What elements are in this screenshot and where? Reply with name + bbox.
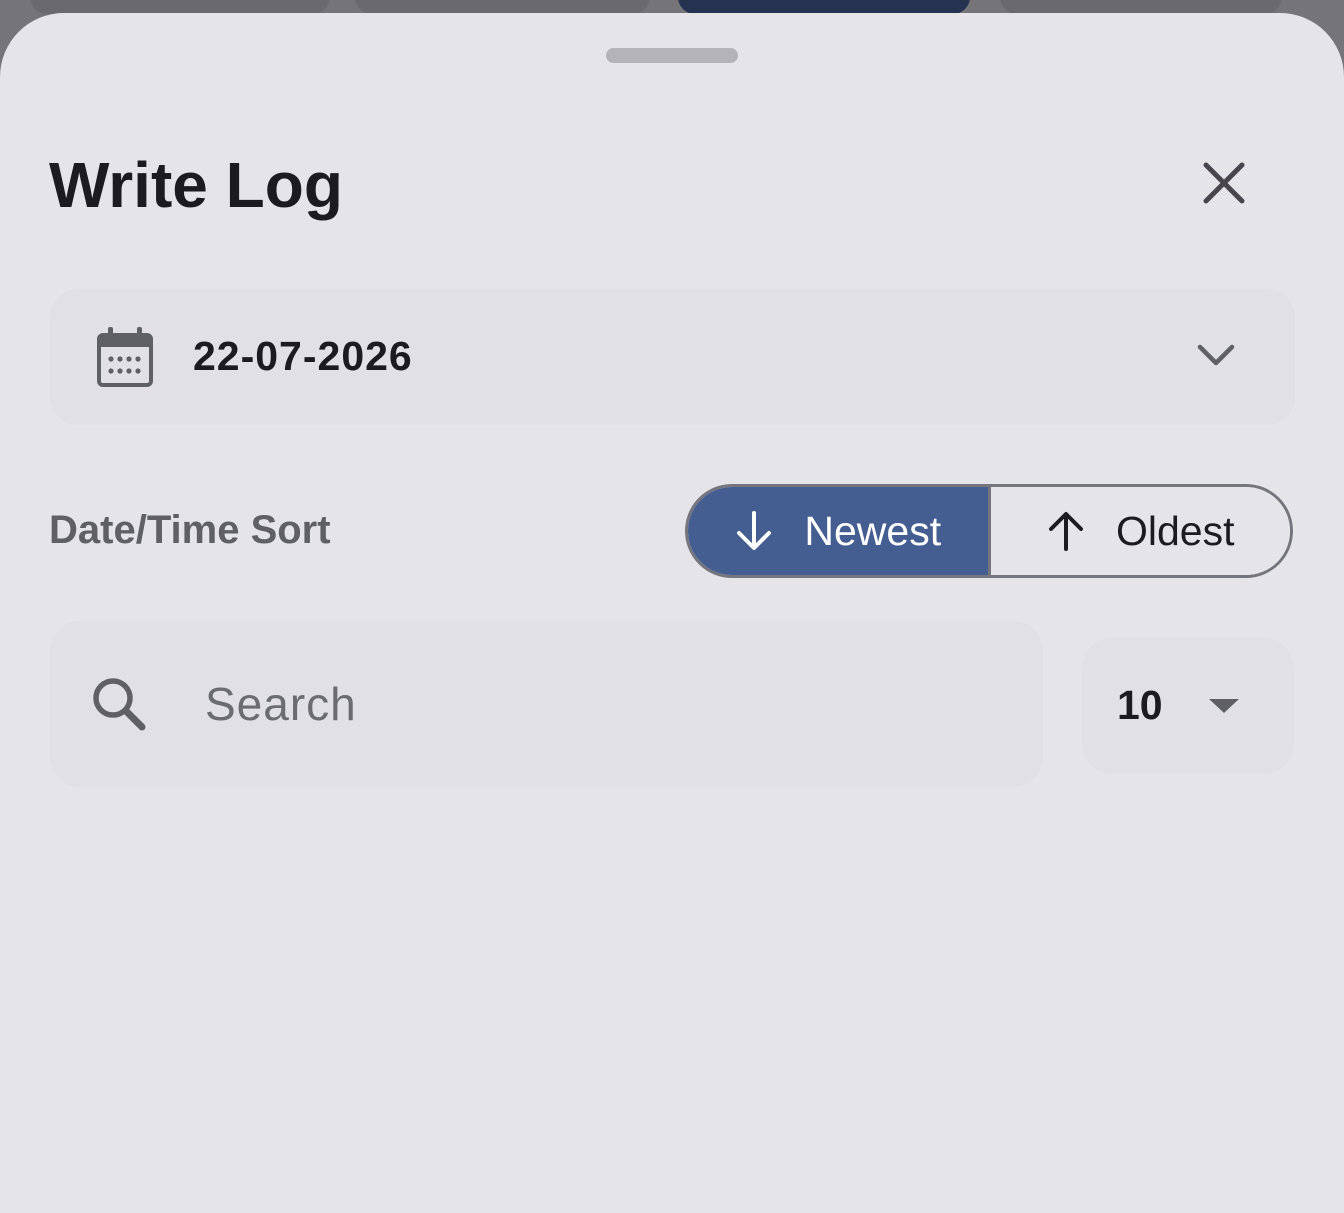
background-scrim xyxy=(0,0,1344,14)
arrow-up-icon xyxy=(1049,512,1083,551)
chevron-down-icon xyxy=(1197,344,1235,366)
selected-date: 22-07-2026 xyxy=(193,333,413,379)
sort-oldest-button[interactable]: Oldest xyxy=(987,487,1290,575)
sort-toggle: Newest Oldest xyxy=(685,484,1293,578)
close-button[interactable] xyxy=(1194,153,1254,213)
search-field[interactable] xyxy=(50,621,1043,787)
drag-handle[interactable] xyxy=(606,48,738,63)
page-size-value: 10 xyxy=(1117,682,1163,728)
sort-label: Date/Time Sort xyxy=(49,508,331,552)
search-icon xyxy=(93,678,146,731)
date-picker-field[interactable]: 22-07-2026 xyxy=(50,289,1295,425)
background-tab-active xyxy=(678,0,970,14)
background-tab xyxy=(355,0,650,14)
calendar-icon xyxy=(97,327,153,387)
caret-down-icon xyxy=(1209,699,1239,713)
sort-oldest-label: Oldest xyxy=(1116,507,1235,554)
background-tab xyxy=(30,0,330,14)
page-size-dropdown[interactable]: 10 xyxy=(1082,638,1294,774)
sort-newest-label: Newest xyxy=(804,507,942,554)
bottom-sheet: Write Log 22-07-2026 Date/Time Sort Newe… xyxy=(0,13,1344,1213)
search-input[interactable] xyxy=(205,671,1005,737)
close-icon xyxy=(1203,162,1245,204)
background-tab xyxy=(1000,0,1282,14)
arrow-down-icon xyxy=(737,511,772,550)
sheet-title: Write Log xyxy=(49,149,343,221)
sort-newest-button[interactable]: Newest xyxy=(688,487,988,575)
